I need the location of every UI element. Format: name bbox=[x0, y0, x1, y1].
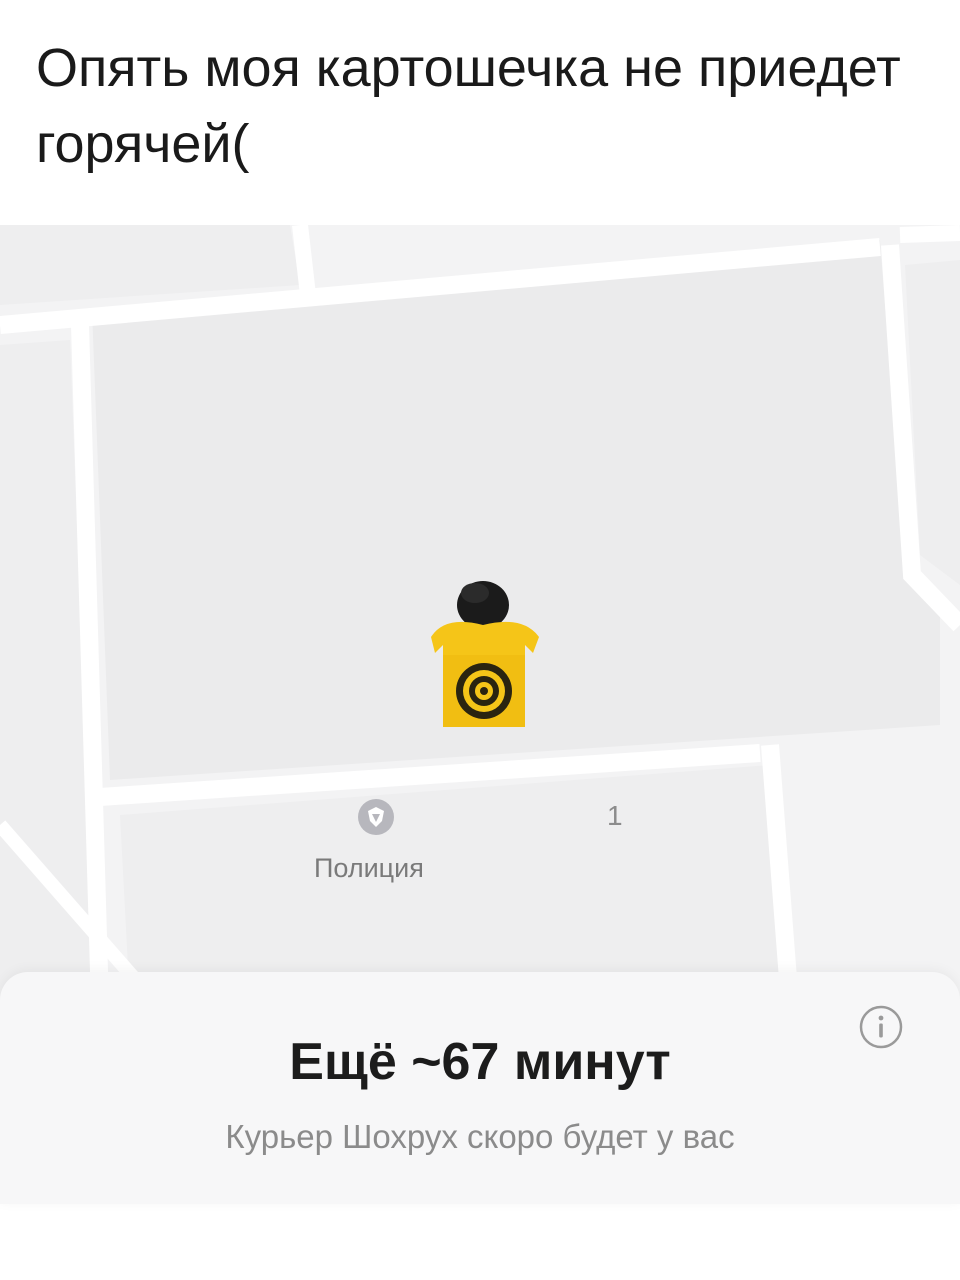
poi-police-label[interactable]: Полиция bbox=[314, 853, 424, 884]
house-number-label: 1 bbox=[607, 800, 623, 831]
map-view[interactable]: Полиция 1 bbox=[0, 225, 960, 1005]
police-badge-icon[interactable] bbox=[356, 797, 396, 837]
eta-subtitle: Курьер Шохрух скоро будет у вас bbox=[225, 1118, 735, 1155]
eta-title: Ещё ~67 минут bbox=[289, 1033, 671, 1091]
caption-text: Опять моя картошечка не приедет горячей( bbox=[36, 38, 901, 174]
courier-marker-icon[interactable] bbox=[425, 575, 545, 735]
